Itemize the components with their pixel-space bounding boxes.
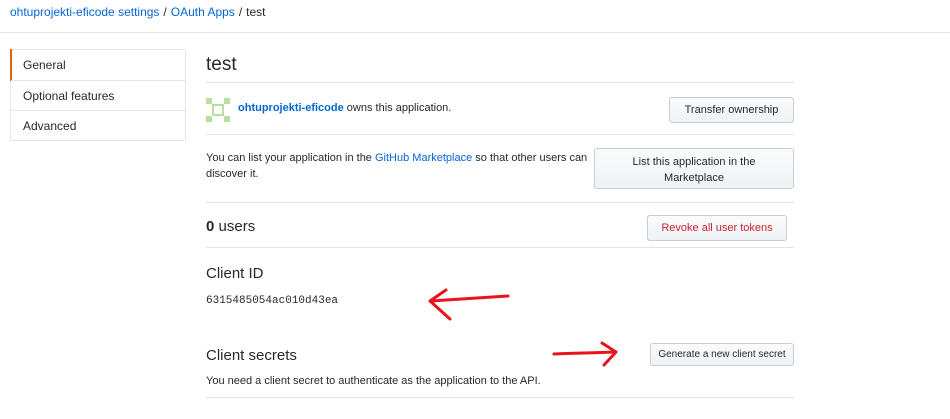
sidebar-item-general[interactable]: General [10, 49, 185, 81]
list-in-marketplace-label-line1: List this application in the [632, 156, 756, 168]
sidebar-item-advanced[interactable]: Advanced [11, 110, 185, 140]
transfer-ownership-button[interactable]: Transfer ownership [669, 97, 794, 123]
sidebar-item-optional-features[interactable]: Optional features [11, 80, 185, 110]
users-count-number: 0 [206, 218, 215, 235]
client-secrets-description: You need a client secret to authenticate… [206, 375, 541, 387]
breadcrumb-oauth-apps-link[interactable]: OAuth Apps [171, 5, 235, 19]
marketplace-description: You can list your application in the Git… [206, 150, 598, 182]
client-id-value: 6315485054ac010d43ea [206, 295, 339, 307]
divider [206, 82, 794, 83]
header-divider [0, 32, 950, 33]
list-in-marketplace-button[interactable]: List this application in the Marketplace [594, 148, 794, 189]
divider [206, 134, 794, 135]
breadcrumb-separator: / [163, 5, 167, 19]
breadcrumb-separator: / [238, 5, 243, 19]
users-count-label: users [218, 218, 256, 235]
owner-link[interactable]: ohtuprojekti-eficode [238, 102, 344, 114]
breadcrumb: ohtuprojekti-eficode settings / OAuth Apps… [10, 4, 266, 20]
divider [206, 397, 794, 398]
divider [206, 247, 794, 248]
settings-sidebar: General Optional features Advanced [10, 49, 186, 141]
revoke-all-user-tokens-button[interactable]: Revoke all user tokens [647, 215, 787, 241]
annotation-arrow-left-icon [428, 288, 510, 321]
generate-client-secret-button[interactable]: Generate a new client secret [650, 343, 794, 366]
client-id-heading: Client ID [206, 265, 264, 282]
marketplace-text-before: You can list your application in the [206, 152, 372, 164]
owner-suffix: owns this application. [346, 102, 452, 114]
breadcrumb-current: test [246, 5, 266, 19]
client-secrets-heading: Client secrets [206, 347, 297, 364]
github-marketplace-link[interactable]: GitHub Marketplace [375, 152, 472, 164]
avatar[interactable] [206, 98, 230, 122]
owner-text: ohtuprojekti-eficode owns this applicati… [238, 102, 451, 114]
page-title: test [206, 54, 237, 75]
list-in-marketplace-label-line2: Marketplace [664, 172, 724, 184]
annotation-arrow-right-icon [552, 341, 618, 367]
users-count: 0 users [206, 218, 255, 235]
breadcrumb-org-settings-link[interactable]: ohtuprojekti-eficode settings [10, 5, 159, 19]
divider [206, 202, 794, 203]
